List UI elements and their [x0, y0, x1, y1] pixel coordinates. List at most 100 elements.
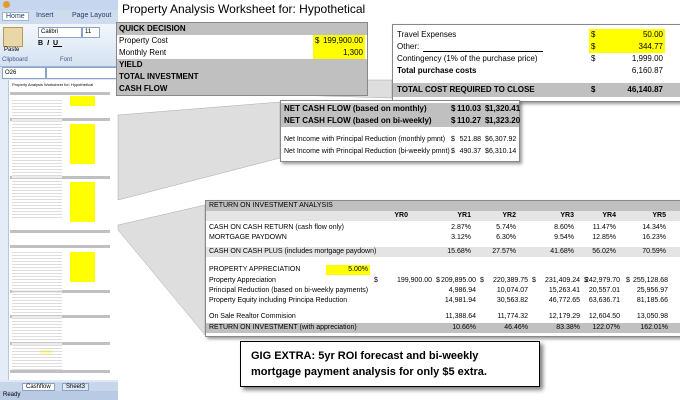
appreciation-rate-input[interactable]: 5.00% [326, 265, 370, 275]
roi-yr5: 162.01% [640, 324, 668, 331]
monthly-rent-label: Monthly Rent [119, 48, 167, 57]
travel-expenses-row: Travel Expenses $ 50.00 [393, 29, 680, 41]
pa-yr5: 255,128.68 [632, 277, 668, 284]
property-appreciation-label: Property Appreciation [209, 277, 276, 284]
monthly-rent-row: Monthly Rent 1,300 [117, 47, 367, 59]
cocplus-yr4: 56.02% [592, 248, 616, 255]
ncf-biweekly-label: NET CASH FLOW (based on bi-weekly) [284, 116, 432, 125]
travel-expenses-value: 50.00 [642, 30, 663, 39]
sale-yr2: 11,774.32 [497, 313, 528, 320]
pr-yr2: 10,074.07 [496, 287, 528, 294]
realtor-commission-label: On Sale Realtor Commision [209, 313, 296, 320]
mort-yr1: 3.12% [451, 234, 471, 241]
pe-yr4: 63,636.71 [588, 297, 620, 304]
sale-yr4: 12,604.50 [588, 313, 620, 320]
currency-symbol: $ [451, 116, 456, 125]
currency-symbol: $ [451, 148, 455, 155]
appreciation-label: PROPERTY APPRECIATION [209, 266, 301, 273]
year-header-yr0: YR0 [394, 212, 408, 219]
travel-expenses-cell[interactable]: $ 50.00 [589, 29, 665, 41]
cocplus-yr2: 27.57% [492, 248, 516, 255]
ncf-monthly-month: 110.03 [457, 104, 482, 113]
coc-yr5: 14.34% [642, 224, 666, 231]
other-label: Other: [397, 42, 420, 51]
property-equity-label: Property Equity including Principa Reduc… [209, 297, 348, 304]
other-row: Other: $ 344.77 [393, 41, 680, 53]
ncf-biweekly-year: 1,323.20 [489, 116, 521, 125]
currency-symbol: $ [591, 42, 596, 51]
purchase-costs-panel: Travel Expenses $ 50.00 Other: $ 344.77 … [392, 24, 680, 102]
yield-row: YIELD [117, 59, 367, 71]
ncf-biweekly-row: NET CASH FLOW (based on bi-weekly) $ 110… [281, 115, 521, 127]
mort-yr4: 12.85% [592, 234, 616, 241]
total-cost-to-close-row: TOTAL COST REQUIRED TO CLOSE $ 46,140.87 [393, 83, 680, 97]
currency-symbol: $ [451, 104, 456, 113]
roi-total-label: RETURN ON INVESTMENT (with appreciation) [209, 324, 357, 331]
currency-symbol: $ [591, 30, 596, 39]
currency-symbol: $ [315, 36, 320, 45]
mort-yr2: 6.30% [496, 234, 516, 241]
pe-yr1: 14,981.94 [444, 297, 476, 304]
total-investment-row: TOTAL INVESTMENT [117, 71, 367, 83]
sale-yr1: 11,388.64 [445, 313, 476, 320]
total-cost-to-close-label: TOTAL COST REQUIRED TO CLOSE [397, 85, 535, 94]
roi-yr3: 83.38% [556, 324, 580, 331]
coc-plus-row: CASH ON CASH PLUS (includes mortgage pay… [206, 247, 680, 257]
sale-yr5: 13,050.98 [636, 313, 668, 320]
net-cash-flow-panel: NET CASH FLOW (based on monthly) $ 110.0… [280, 100, 520, 162]
pe-yr3: 46,772.65 [548, 297, 580, 304]
travel-expenses-label: Travel Expenses [397, 30, 457, 39]
roi-analysis-panel: RETURN ON INVESTMENT ANALYSIS YR0 YR1 YR… [205, 200, 680, 337]
roi-yr2: 46.46% [504, 324, 528, 331]
coc-yr2: 5.74% [496, 224, 516, 231]
roi-yr1: 10.66% [452, 324, 476, 331]
other-cell[interactable]: $ 344.77 [589, 41, 665, 53]
quick-decision-header: QUICK DECISION [117, 23, 367, 35]
cocplus-yr3: 41.68% [550, 248, 574, 255]
ncf-biweekly-month: 110.27 [457, 116, 482, 125]
roi-total-row: RETURN ON INVESTMENT (with appreciation)… [206, 323, 680, 333]
coc-yr1: 2.87% [451, 224, 471, 231]
currency-symbol: $ [374, 277, 378, 284]
coc-yr3: 8.60% [554, 224, 574, 231]
pr-yr1: 4,986.94 [448, 287, 476, 294]
cash-flow-row: CASH FLOW [117, 83, 367, 95]
appreciation-rate-row: PROPERTY APPRECIATION 5.00% [206, 265, 680, 275]
contingency-value: 1,999.00 [631, 54, 663, 63]
mortgage-paydown-row: MORTGAGE PAYDOWN 3.12% 6.30% 9.54% 12.85… [206, 233, 680, 243]
ni-monthly-year: 6,307.92 [489, 136, 517, 143]
year-header-row: YR0 YR1 YR2 YR3 YR4 YR5 [206, 211, 680, 221]
other-underline [423, 51, 543, 52]
pa-yr3: 231,409.24 [544, 277, 580, 284]
year-header-yr3: YR3 [560, 212, 574, 219]
pr-yr5: 25,956.97 [636, 287, 668, 294]
total-purchase-costs-value: 6,160.87 [631, 66, 663, 75]
ncf-monthly-year: 1,320.41 [489, 104, 521, 113]
roi-header-label: RETURN ON INVESTMENT ANALYSIS [209, 202, 333, 209]
property-cost-label: Property Cost [119, 36, 168, 45]
property-equity-row: Property Equity including Principa Reduc… [206, 296, 680, 306]
coc-plus-label: CASH ON CASH PLUS (includes mortgage pay… [209, 248, 377, 255]
property-cost-value: 199,900.00 [322, 36, 363, 45]
contingency-label: Contingency (1% of the purchase price) [397, 54, 538, 63]
contingency-cell: $ 1,999.00 [589, 53, 665, 65]
currency-symbol: $ [451, 136, 455, 143]
monthly-rent-value[interactable]: 1,300 [313, 47, 365, 59]
pr-yr3: 15,263.41 [548, 287, 580, 294]
cocplus-yr5: 70.59% [642, 248, 666, 255]
total-cost-to-close-value: 46,140.87 [627, 85, 663, 94]
yield-label: YIELD [119, 60, 143, 69]
quick-decision-panel: QUICK DECISION Property Cost $ 199,900.0… [116, 22, 368, 96]
year-header-yr4: YR4 [602, 212, 616, 219]
pe-yr5: 81,185.66 [636, 297, 668, 304]
year-header-yr2: YR2 [502, 212, 516, 219]
ni-biweekly-row: Net Income with Principal Reduction (bi-… [281, 146, 519, 158]
principal-reduction-label: Principal Reduction (based on bi-weekly … [209, 287, 369, 294]
coc-label: CASH ON CASH RETURN (cash flow only) [209, 224, 344, 231]
mort-yr3: 9.54% [554, 234, 574, 241]
mort-yr5: 16.23% [642, 234, 666, 241]
coc-yr4: 11.47% [592, 224, 616, 231]
ni-monthly-month: 521.88 [459, 136, 481, 143]
gig-extra-banner: GIG EXTRA: 5yr ROI forecast and bi-weekl… [240, 341, 540, 387]
property-cost-cell[interactable]: $ 199,900.00 [313, 35, 365, 47]
